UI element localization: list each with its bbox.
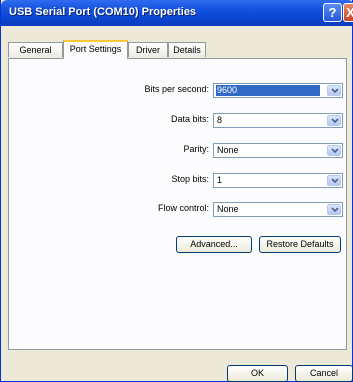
flow-control-value: None	[217, 204, 239, 214]
parity-label: Parity:	[183, 144, 209, 154]
bits-per-second-select[interactable]: 9600	[213, 83, 343, 98]
bits-per-second-value: 9600	[216, 85, 320, 96]
chevron-down-icon[interactable]	[327, 115, 341, 126]
restore-defaults-button[interactable]: Restore Defaults	[259, 236, 341, 253]
data-bits-select[interactable]: 8	[213, 113, 343, 128]
port-settings-panel: Bits per second: 9600 Data bits: 8 Parit…	[8, 58, 347, 350]
parity-select[interactable]: None	[213, 143, 343, 158]
tab-details[interactable]: Details	[168, 42, 206, 57]
tab-general[interactable]: General	[8, 42, 63, 57]
ok-button[interactable]: OK	[227, 365, 288, 382]
chevron-down-icon[interactable]	[327, 204, 341, 215]
bits-per-second-label: Bits per second:	[144, 84, 209, 94]
chevron-down-icon[interactable]	[327, 145, 341, 156]
stop-bits-label: Stop bits:	[171, 174, 209, 184]
stop-bits-value: 1	[217, 175, 223, 185]
chevron-down-icon[interactable]	[327, 175, 341, 186]
tab-port-settings[interactable]: Port Settings	[63, 40, 128, 59]
parity-value: None	[217, 145, 239, 155]
window-title: USB Serial Port (COM10) Properties	[9, 6, 197, 18]
help-icon[interactable]: ?	[323, 3, 342, 22]
cancel-button[interactable]: Cancel	[295, 365, 353, 382]
title-bar[interactable]: USB Serial Port (COM10) Properties ? X	[1, 0, 353, 26]
close-icon[interactable]: X	[343, 3, 353, 22]
flow-control-label: Flow control:	[157, 203, 209, 213]
data-bits-value: 8	[217, 115, 223, 125]
advanced-button[interactable]: Advanced...	[176, 236, 252, 253]
tab-driver[interactable]: Driver	[128, 42, 168, 57]
chevron-down-icon[interactable]	[327, 85, 341, 96]
flow-control-select[interactable]: None	[213, 202, 343, 217]
data-bits-label: Data bits:	[170, 114, 209, 124]
stop-bits-select[interactable]: 1	[213, 173, 343, 188]
properties-dialog: USB Serial Port (COM10) Properties ? X G…	[0, 0, 353, 382]
